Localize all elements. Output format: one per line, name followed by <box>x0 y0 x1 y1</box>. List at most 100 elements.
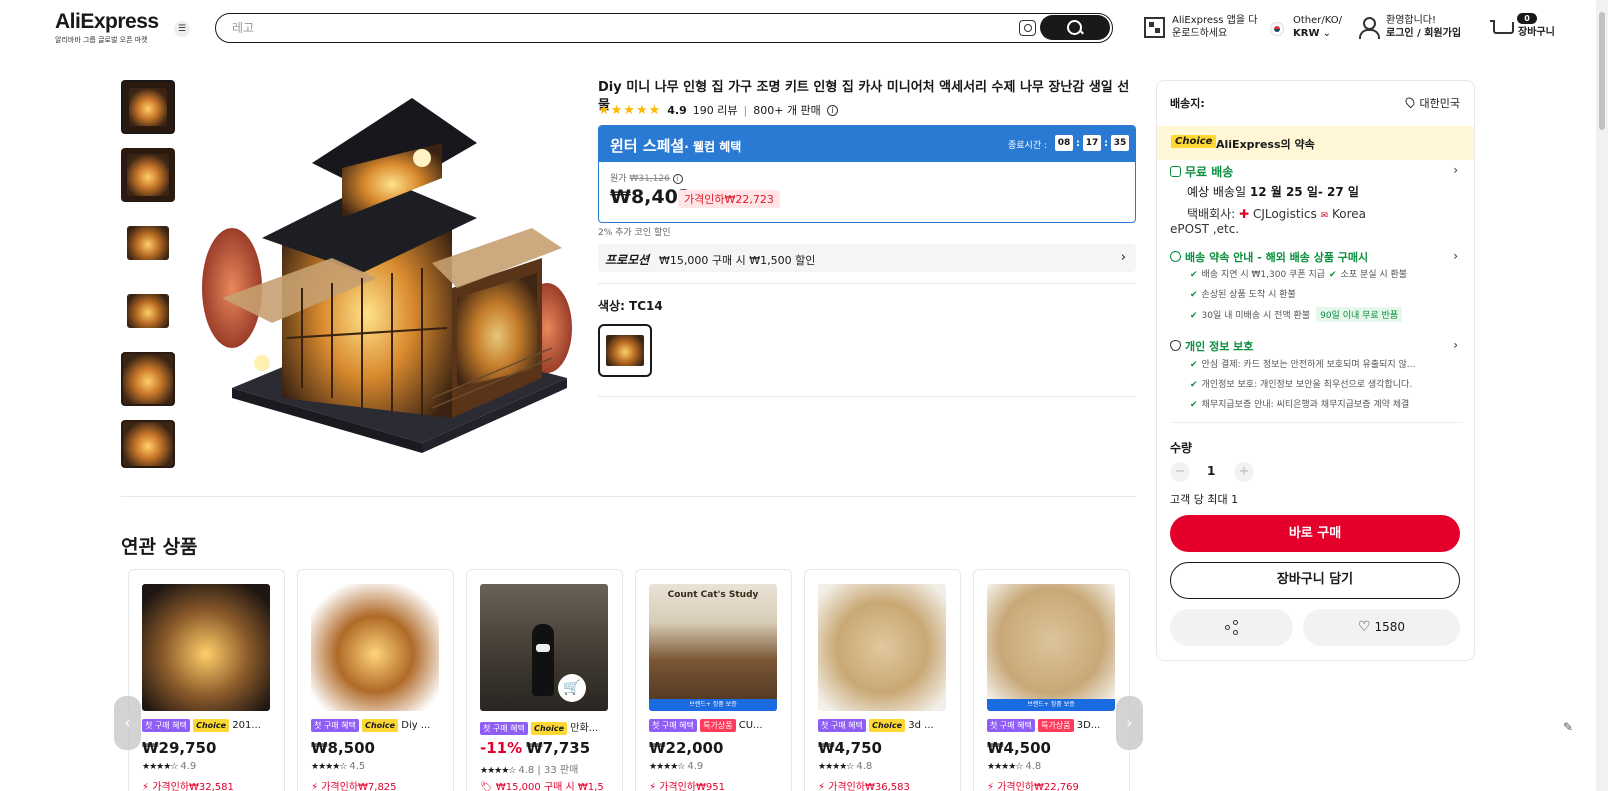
add-to-cart-icon[interactable]: 🛒 <box>558 674 586 702</box>
wishlist-button[interactable]: ♡ 1580 <box>1303 609 1460 646</box>
purchase-panel: 배송지: 대한민국 Choice AliExpress의 약속 무료 배송 › … <box>1156 80 1475 661</box>
chevron-right-icon[interactable]: › <box>1453 249 1458 263</box>
orig-price-value: ₩31,126 <box>629 174 670 184</box>
timer-hours: 08 <box>1055 135 1073 151</box>
color-swatch-tc14[interactable] <box>598 324 652 377</box>
product-card[interactable]: Count Cat's Study 브랜드+ 정품 보증 첫 구매 혜택 특가상… <box>635 569 792 791</box>
choice-badge: Choice <box>362 719 399 732</box>
chevron-right-icon: › <box>1120 250 1126 265</box>
gallery-thumb[interactable] <box>121 148 175 202</box>
check-icon: ✔ <box>1190 311 1198 321</box>
cart-label[interactable]: 장바구니 <box>1518 26 1555 39</box>
price-drop: ⚡ 가격인하₩7,825 <box>311 778 397 791</box>
choice-badge: Choice <box>1171 135 1217 148</box>
first-purchase-badge: 첫 구매 혜택 <box>649 719 697 732</box>
cj-logo-icon: ✚ <box>1239 207 1250 221</box>
locale-selector[interactable]: Other/KO/ KRW ⌄ <box>1293 14 1342 40</box>
product-card[interactable]: 첫 구매 혜택 Choice 3d ... ₩4,750 ★★★★☆ 4.8 ⚡ … <box>804 569 961 791</box>
eta-prefix: 예상 배송일 <box>1187 185 1250 199</box>
logo-tagline: 알리바바 그룹 글로벌 오픈 마켓 <box>55 36 148 44</box>
badge-row: 첫 구매 혜택 Choice 3d ... <box>818 719 952 732</box>
product-name: 201... <box>232 720 261 731</box>
product-rating: ★★★★☆ 4.5 <box>311 761 365 772</box>
epost-logo-icon: ✉ <box>1320 211 1329 221</box>
privacy-text: 채무지급보증 안내: 씨티은행과 채무지급보증 계약 체결 <box>1201 400 1410 410</box>
rating-row: ★★★★★ 4.9 190 리뷰 | 800+ 개 판매 i <box>598 102 838 118</box>
gallery-thumb[interactable] <box>121 80 175 134</box>
product-rating: ★★★★☆ 4.9 <box>142 761 196 772</box>
chevron-right-icon[interactable]: › <box>1453 163 1458 177</box>
product-card[interactable]: 첫 구매 혜택 Choice 201... ₩29,750 ★★★★☆ 4.9 ⚡… <box>128 569 285 791</box>
qr-code-icon[interactable] <box>1144 17 1165 38</box>
guarantee-text: 손상된 상품 도착 시 환불 <box>1201 290 1296 300</box>
share-button[interactable] <box>1170 609 1293 646</box>
timer-minutes: 17 <box>1083 135 1101 151</box>
privacy-protection[interactable]: 개인 정보 보호 <box>1170 338 1253 354</box>
free-shipping[interactable]: 무료 배송 <box>1170 163 1233 180</box>
product-card[interactable]: 브랜드+ 정품 보증 첫 구매 혜택 특가상품 3D... ₩4,500 ★★★… <box>973 569 1130 791</box>
rating-stars: ★★★★★ <box>598 102 662 118</box>
chevron-down-icon: ⌄ <box>1322 28 1332 39</box>
user-icon[interactable] <box>1358 17 1380 39</box>
divider <box>121 496 1136 497</box>
account-link[interactable]: 환영합니다! 로그인 / 회원가입 <box>1386 14 1461 40</box>
quantity-increase-button[interactable]: + <box>1234 462 1254 482</box>
price-drop: ⚡ 가격인하₩36,583 <box>818 778 910 791</box>
rating-value: 4.9 <box>667 103 687 117</box>
product-card[interactable]: 첫 구매 혜택 Choice Diy ... ₩8,500 ★★★★☆ 4.5 ⚡… <box>297 569 454 791</box>
product-price: ₩4,500 <box>987 739 1051 757</box>
badge-row: 첫 구매 혜택 특가상품 CU... <box>649 719 783 732</box>
banner-main: 윈터 스페셜 <box>610 137 685 155</box>
sold-count: 800+ 개 판매 <box>753 104 821 117</box>
gallery-thumb[interactable] <box>121 284 175 338</box>
gallery-thumb[interactable] <box>121 352 175 406</box>
menu-icon[interactable]: ☰ <box>174 21 190 37</box>
carousel-next-button[interactable]: › <box>1116 696 1143 750</box>
product-main-image[interactable] <box>192 88 582 456</box>
login-signup-link[interactable]: 로그인 / 회원가입 <box>1386 28 1461 39</box>
share-icon <box>1225 620 1239 635</box>
camera-search-icon[interactable] <box>1019 20 1036 36</box>
carrier-korea: Korea <box>1331 207 1366 221</box>
privacy-title: 개인 정보 보호 <box>1185 340 1254 353</box>
promotion-row[interactable]: 프로모션 ₩15,000 구매 시 ₩1,500 할인 › <box>598 244 1136 272</box>
price-box: 윈터 스페셜· 웰컴 혜택 종료시간 : 08: 17: 35 원가 ₩31,1… <box>598 125 1136 223</box>
app-download-link[interactable]: AliExpress 앱을 다 운로드하세요 <box>1172 14 1257 40</box>
app-download-line1: AliExpress 앱을 다 <box>1172 15 1258 26</box>
guarantee-item: ✔ 배송 지연 시 ₩1,300 쿠폰 지급 <box>1190 267 1325 280</box>
divider: | <box>743 103 748 117</box>
special-deal-badge: 특가상품 <box>700 719 736 732</box>
quantity-decrease-button[interactable]: − <box>1170 462 1190 482</box>
gallery-thumb[interactable] <box>121 420 175 468</box>
gallery-thumb[interactable] <box>121 216 175 270</box>
privacy-item: ✔ 개인정보 보호: 개인정보 보안을 최우선으로 생각합니다. <box>1190 377 1412 390</box>
product-rating: ★★★★☆ 4.8 <box>987 761 1041 772</box>
product-price: ₩8,500 <box>311 739 375 757</box>
banner-title: 윈터 스페셜· 웰컴 혜택 <box>610 135 741 156</box>
badge-row: 첫 구매 혜택 Choice 201... <box>142 719 276 732</box>
product-image: 🛒 <box>480 584 608 711</box>
cart-icon[interactable] <box>1490 18 1514 38</box>
rating-value: 4.8 <box>518 765 535 776</box>
page-scrollbar[interactable] <box>1596 0 1608 791</box>
search-input[interactable] <box>232 19 992 37</box>
search-button[interactable] <box>1040 15 1110 40</box>
reviews-link[interactable]: 190 리뷰 <box>693 102 738 118</box>
buy-now-button[interactable]: 바로 구매 <box>1170 515 1460 552</box>
ship-destination[interactable]: 대한민국 <box>1403 95 1460 111</box>
carousel-prev-button[interactable]: ‹ <box>114 696 141 750</box>
guarantee-item: ✔ 소포 분실 시 환불 <box>1329 267 1407 280</box>
product-card[interactable]: 🛒 첫 구매 혜택 Choice 만화... -11% ₩7,735 ★★★★☆ 4… <box>466 569 623 791</box>
add-to-cart-button[interactable]: 장바구니 담기 <box>1170 562 1460 599</box>
chevron-right-icon[interactable]: › <box>1453 338 1458 352</box>
aliexpress-logo[interactable]: AliExpress 알리바바 그룹 글로벌 오픈 마켓 <box>55 10 159 45</box>
edit-icon[interactable]: ✎ <box>1563 720 1573 734</box>
info-icon[interactable]: i <box>826 104 838 116</box>
badge-row: 첫 구매 혜택 Choice Diy ... <box>311 719 445 732</box>
delivery-guarantee[interactable]: 배송 약속 안내 - 해외 배송 상품 구매시 <box>1170 249 1368 265</box>
price-drop: ⚡ 가격인하₩951 <box>649 778 725 791</box>
product-price: ₩4,750 <box>818 739 882 757</box>
privacy-item: ✔ 채무지급보증 안내: 씨티은행과 채무지급보증 계약 체결 <box>1190 397 1409 410</box>
info-icon[interactable]: i <box>672 174 683 184</box>
divider <box>598 283 1136 284</box>
